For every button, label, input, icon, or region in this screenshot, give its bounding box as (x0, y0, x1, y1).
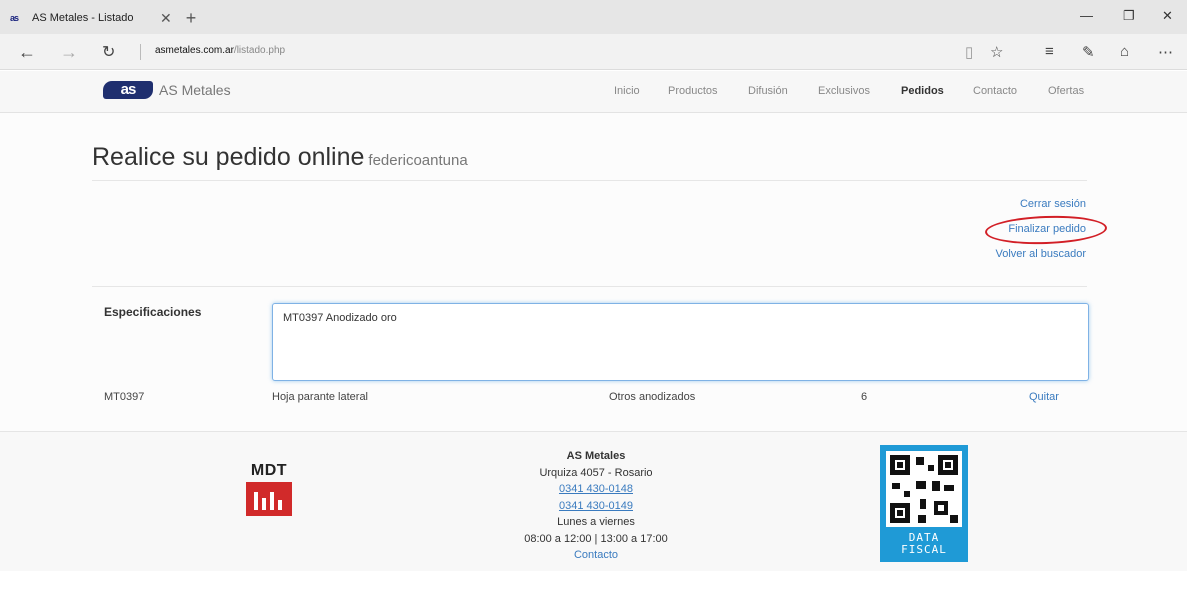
data-fiscal-badge[interactable]: DATA FISCAL (880, 445, 968, 562)
close-window-icon[interactable]: ✕ (1162, 8, 1173, 24)
reading-view-icon[interactable]: ▯ (965, 43, 973, 61)
new-tab-icon[interactable]: + (186, 8, 197, 29)
hub-icon[interactable]: ≡ (1045, 43, 1054, 60)
address-separator (140, 44, 141, 60)
url-path: /listado.php (233, 45, 286, 56)
page-title-text: Realice su pedido online (92, 143, 365, 171)
footer-company: AS Metales (566, 450, 626, 462)
nav-pedidos[interactable]: Pedidos (901, 85, 944, 97)
title-divider (92, 180, 1087, 181)
spec-label: Especificaciones (104, 305, 202, 319)
site-header: as AS Metales Inicio Productos Difusión … (0, 71, 1187, 113)
footer-hours: 08:00 a 12:00 | 13:00 a 17:00 (524, 532, 668, 545)
minimize-icon[interactable]: — (1080, 8, 1093, 23)
page-title: Realice su pedido online federicoantuna (92, 143, 468, 172)
footer-phone-2[interactable]: 0341 430-0149 (559, 500, 633, 512)
nav-inicio[interactable]: Inicio (614, 85, 640, 97)
brand[interactable]: as AS Metales (103, 81, 231, 99)
back-to-search-link[interactable]: Volver al buscador (996, 248, 1087, 260)
nav-productos[interactable]: Productos (668, 85, 718, 97)
nav-contacto[interactable]: Contacto (973, 85, 1017, 97)
footer-days: Lunes a viernes (557, 516, 635, 528)
data-fiscal-line2: FISCAL (901, 543, 947, 556)
url-field[interactable]: asmetales.com.ar/listado.php (155, 45, 285, 56)
refresh-icon[interactable]: ↻ (102, 42, 115, 62)
url-host: asmetales.com.ar (155, 45, 234, 56)
browser-tab[interactable]: as AS Metales - Listado ✕ + (10, 6, 196, 30)
nav-ofertas[interactable]: Ofertas (1048, 85, 1084, 97)
logout-link[interactable]: Cerrar sesión (1020, 198, 1086, 210)
footer-contact-info: AS Metales Urquiza 4057 - Rosario 0341 4… (496, 448, 696, 564)
tab-close-icon[interactable]: ✕ (160, 10, 172, 27)
footer-contact-link[interactable]: Contacto (574, 549, 618, 561)
order-description: Hoja parante lateral (272, 391, 369, 403)
more-icon[interactable]: ⋯ (1158, 43, 1173, 61)
forward-icon[interactable]: → (60, 42, 78, 63)
order-code: MT0397 (104, 391, 145, 403)
order-category: Otros anodizados (609, 391, 696, 403)
order-quantity: 6 (861, 391, 868, 403)
footer-address: Urquiza 4057 - Rosario (539, 466, 653, 479)
address-bar: ← → ↻ asmetales.com.ar/listado.php ▯ ☆ ≡… (0, 34, 1187, 70)
brand-logo: as (103, 81, 153, 99)
qr-code-icon (886, 451, 962, 527)
remove-item-link[interactable]: Quitar (1029, 391, 1059, 403)
nav-exclusivos[interactable]: Exclusivos (818, 85, 870, 97)
nav-difusion[interactable]: Difusión (748, 85, 788, 97)
section-divider (92, 286, 1087, 287)
favorite-star-icon[interactable]: ☆ (990, 43, 1003, 61)
web-note-icon[interactable]: ✎ (1082, 43, 1095, 61)
spec-textarea[interactable]: MT0397 Anodizado oro (272, 303, 1089, 381)
tab-title: AS Metales - Listado (32, 12, 134, 24)
footer-phone-1[interactable]: 0341 430-0148 (559, 483, 633, 495)
username: federicoantuna (368, 152, 468, 169)
mdt-logo[interactable]: MDT (246, 462, 292, 516)
favicon: as (10, 13, 19, 23)
mdt-logo-mark (246, 482, 292, 516)
data-fiscal-text: DATA FISCAL (886, 532, 962, 556)
brand-name: AS Metales (159, 82, 231, 98)
mdt-logo-text: MDT (250, 462, 288, 479)
browser-titlebar: as AS Metales - Listado ✕ + — ❐ ✕ (0, 0, 1187, 34)
back-icon[interactable]: ← (18, 42, 36, 63)
restore-icon[interactable]: ❐ (1123, 8, 1135, 24)
share-icon[interactable]: ⌂ (1120, 43, 1129, 60)
